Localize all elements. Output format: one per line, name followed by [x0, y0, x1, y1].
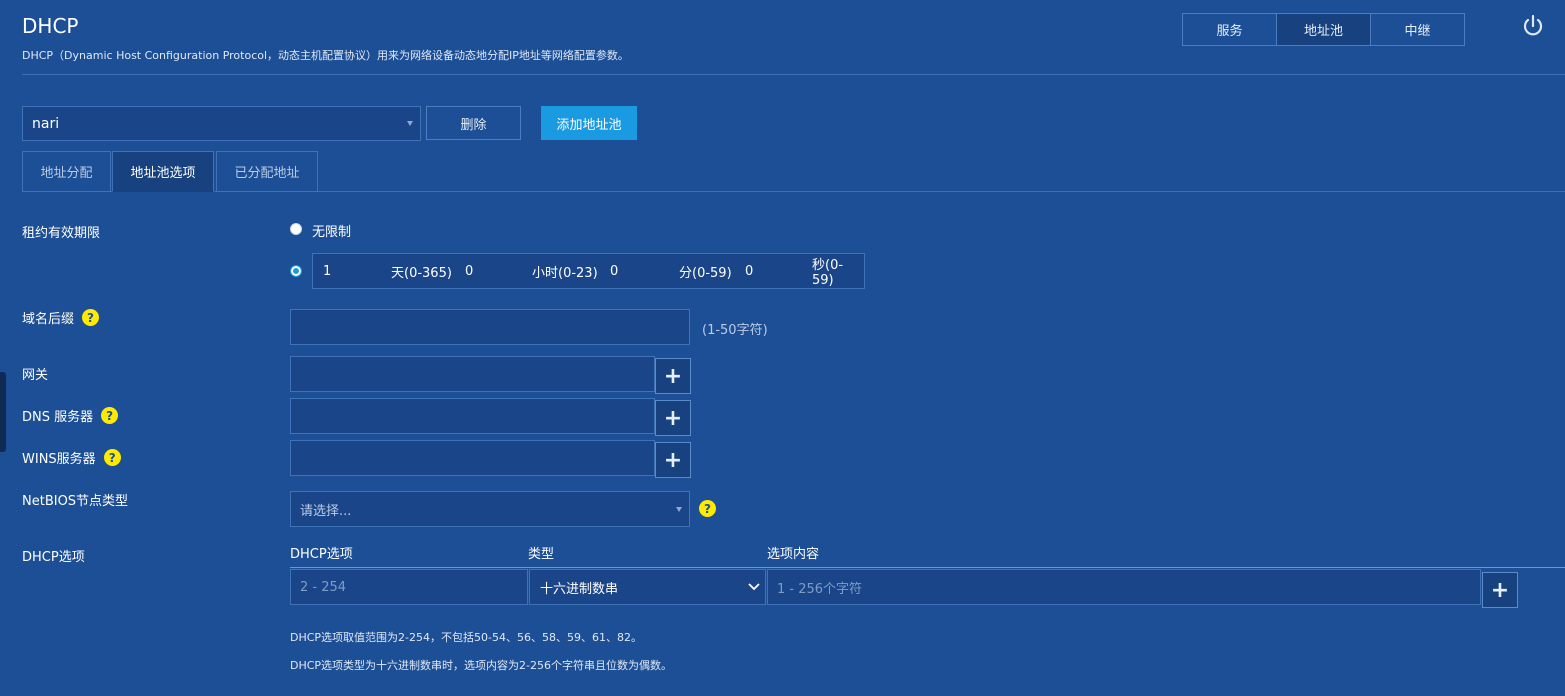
lease-minutes-input[interactable]: 0 [610, 264, 618, 279]
tab-pool-options[interactable]: 地址池选项 [112, 151, 214, 192]
netbios-select[interactable]: 请选择... [290, 491, 690, 527]
segment-service[interactable]: 服务 [1183, 14, 1277, 45]
add-wins-button[interactable]: + [655, 442, 691, 478]
dhcp-options-label-text: DHCP选项 [22, 550, 85, 565]
tab-allocated-addresses[interactable]: 已分配地址 [216, 151, 318, 192]
dhcp-option-content-input[interactable]: 1 - 256个字符 [767, 569, 1481, 605]
wins-label-text: WINS服务器 [22, 452, 96, 467]
plus-icon: + [663, 447, 683, 473]
lease-unlimited-label: 无限制 [312, 225, 352, 240]
help-icon[interactable]: ? [82, 309, 100, 326]
wins-label: WINS服务器 ? [22, 448, 121, 467]
segment-address-pool[interactable]: 地址池 [1277, 14, 1371, 45]
pool-select[interactable]: nari [22, 106, 421, 141]
pool-select-value: nari [32, 115, 60, 132]
lease-label: 租约有效期限 [22, 222, 100, 241]
lease-duration-box: 1 天(0-365) 0 小时(0-23) 0 分(0-59) 0 秒(0-59… [312, 253, 865, 289]
column-header-content: 选项内容 [767, 547, 820, 562]
domain-suffix-hint: (1-50字符) [702, 323, 768, 338]
gateway-input[interactable] [290, 356, 655, 392]
side-handle[interactable] [0, 372, 6, 452]
delete-button[interactable]: 删除 [426, 106, 521, 140]
plus-icon: + [1490, 577, 1510, 603]
lease-unlimited-radio[interactable] [290, 223, 302, 235]
add-pool-button[interactable]: 添加地址池 [541, 106, 637, 140]
lease-label-text: 租约有效期限 [22, 226, 101, 241]
domain-suffix-label-text: 域名后缀 [22, 312, 75, 327]
domain-suffix-label: 域名后缀 ? [22, 308, 100, 327]
add-dns-button[interactable]: + [655, 400, 691, 436]
add-dhcp-option-button[interactable]: + [1482, 572, 1518, 608]
header-divider [22, 74, 1565, 75]
lease-days-input[interactable]: 1 [323, 264, 331, 279]
dhcp-options-label: DHCP选项 [22, 546, 85, 565]
mode-segmented-control: 服务 地址池 中继 [1182, 13, 1465, 46]
gateway-label-text: 网关 [22, 368, 49, 383]
chevron-down-icon [676, 507, 682, 512]
dns-label: DNS 服务器 ? [22, 406, 119, 425]
dhcp-option-content-placeholder: 1 - 256个字符 [777, 581, 863, 597]
dhcp-option-note-2: DHCP选项类型为十六进制数串时，选项内容为2-256个字符串且位数为偶数。 [290, 659, 673, 672]
dhcp-option-note-1: DHCP选项取值范围为2-254，不包括50-54、56、58、59、61、82… [290, 631, 642, 644]
lease-seconds-unit: 秒(0-59) [812, 258, 844, 288]
netbios-label: NetBIOS节点类型 [22, 490, 128, 509]
gateway-label: 网关 [22, 364, 48, 383]
help-icon[interactable]: ? [699, 500, 716, 517]
segment-relay[interactable]: 中继 [1371, 14, 1464, 45]
dhcp-option-type-value: 十六进制数串 [540, 581, 619, 597]
page-title: DHCP [22, 14, 79, 38]
domain-suffix-input[interactable] [290, 309, 690, 345]
page-subtitle: DHCP（Dynamic Host Configuration Protocol… [22, 49, 629, 62]
lease-days-unit: 天(0-365) [391, 265, 452, 281]
tab-address-allocation[interactable]: 地址分配 [22, 151, 111, 192]
dhcp-option-code-placeholder: 2 - 254 [300, 579, 347, 595]
lease-custom-radio[interactable] [290, 265, 302, 277]
help-icon[interactable]: ? [103, 449, 121, 466]
lease-hours-unit: 小时(0-23) [532, 265, 598, 281]
help-icon[interactable]: ? [101, 407, 119, 424]
options-table-divider [290, 567, 1565, 568]
netbios-select-placeholder: 请选择... [300, 503, 352, 519]
lease-minutes-unit: 分(0-59) [679, 265, 732, 281]
lease-seconds-input[interactable]: 0 [745, 264, 753, 279]
dns-label-text: DNS 服务器 [22, 410, 94, 425]
column-header-type: 类型 [528, 547, 555, 562]
dns-input[interactable] [290, 398, 655, 434]
dhcp-option-type-select[interactable]: 十六进制数串 [529, 569, 766, 605]
lease-hours-input[interactable]: 0 [465, 264, 473, 279]
plus-icon: + [663, 405, 683, 431]
chevron-down-icon [407, 121, 413, 126]
chevron-down-icon [748, 583, 760, 591]
column-header-option: DHCP选项 [290, 547, 353, 562]
wins-input[interactable] [290, 440, 655, 476]
netbios-label-text: NetBIOS节点类型 [22, 494, 129, 509]
power-icon[interactable] [1520, 13, 1546, 39]
dhcp-option-code-input[interactable]: 2 - 254 [290, 569, 528, 605]
plus-icon: + [663, 363, 683, 389]
add-gateway-button[interactable]: + [655, 358, 691, 394]
